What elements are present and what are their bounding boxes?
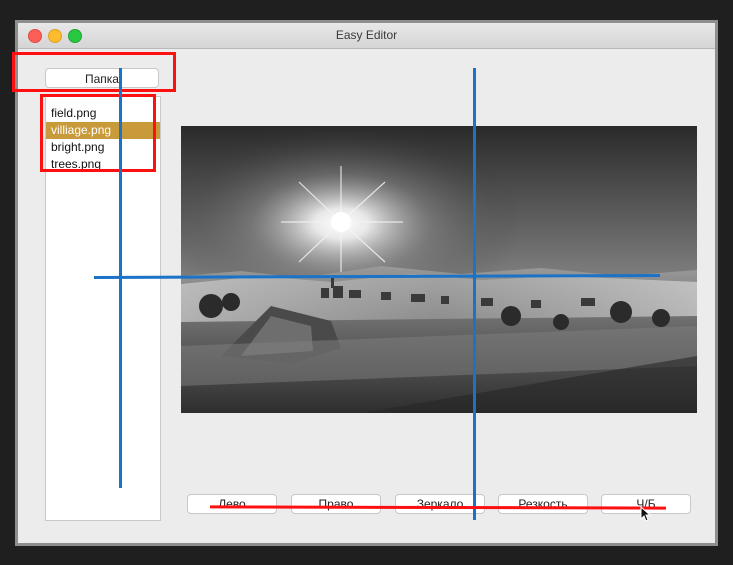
red-annotation-folder — [12, 52, 176, 92]
title-bar: Easy Editor — [18, 23, 715, 49]
sun — [331, 212, 351, 232]
sharpness-button[interactable]: Резкость — [498, 494, 588, 514]
blue-annotation-right-vertical — [473, 68, 476, 520]
mirror-button[interactable]: Зеркало — [395, 494, 485, 514]
left-button[interactable]: Лево — [187, 494, 277, 514]
red-annotation-list — [40, 94, 156, 172]
mouse-cursor-icon — [640, 505, 652, 527]
window-title: Easy Editor — [335, 28, 398, 42]
village-photo — [181, 126, 697, 413]
right-button[interactable]: Право — [291, 494, 381, 514]
image-preview — [181, 126, 697, 413]
